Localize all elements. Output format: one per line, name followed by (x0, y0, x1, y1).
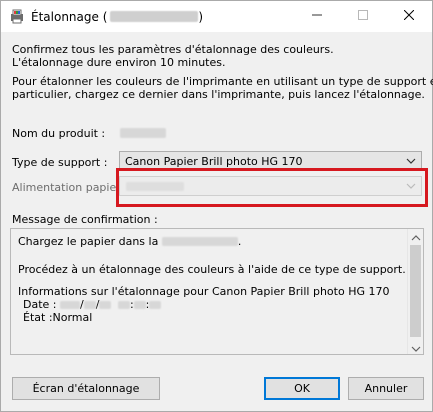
intro-line-1: Confirmez tous les paramètres d'étalonna… (12, 43, 334, 56)
ok-button[interactable]: OK (264, 377, 340, 400)
calibration-dialog: Étalonnage () Confirmez tous les paramèt… (0, 0, 433, 412)
title-paren-open: ( (102, 10, 108, 24)
message-line-3: Informations sur l'étalonnage pour Canon… (18, 285, 390, 298)
message-date-line: Date : / / :: (23, 298, 162, 311)
title-paren-close: ) (198, 10, 204, 24)
paper-source-label: Alimentation papier : (12, 181, 128, 194)
message-scrollbar[interactable] (407, 229, 423, 354)
window-title-text: Étalonnage (31, 10, 99, 24)
close-icon (403, 9, 415, 23)
minimize-button[interactable] (294, 1, 340, 32)
redacted-date-year (60, 301, 80, 309)
scroll-thumb[interactable] (410, 245, 421, 337)
redacted-date-day (99, 301, 112, 309)
confirmation-message-label: Message de confirmation : (12, 213, 158, 226)
chevron-down-icon (404, 154, 418, 168)
printer-calibration-icon (9, 8, 25, 24)
maximize-button[interactable] (340, 1, 386, 32)
maximize-icon (358, 10, 368, 23)
minimize-icon (312, 10, 322, 23)
redacted-date-month (83, 301, 96, 309)
highlight-box (116, 168, 428, 207)
intro-line-3: Pour étalonner les couleurs de l'imprima… (12, 75, 433, 88)
close-button[interactable] (386, 1, 432, 32)
message-line-1-prefix: Chargez le papier dans la (18, 235, 159, 248)
media-type-label: Type de support : (12, 156, 108, 169)
message-line-1: Chargez le papier dans la . (18, 235, 241, 248)
window-title: Étalonnage () (31, 10, 203, 24)
cancel-button[interactable]: Annuler (348, 377, 424, 400)
media-type-value: Canon Papier Brill photo HG 170 (125, 155, 303, 168)
intro-line-4: particulier, chargez ce dernier dans l'i… (12, 88, 425, 101)
calibration-screen-button[interactable]: Écran d'étalonnage (12, 377, 160, 400)
intro-line-2: L'étalonnage dure environ 10 minutes. (12, 56, 226, 69)
redacted-time-hour (117, 301, 130, 309)
redacted-paper-source-name (161, 237, 238, 246)
message-line-1-suffix: . (237, 235, 242, 248)
message-status-line: État :Normal (23, 311, 93, 324)
product-name-label: Nom du produit : (12, 127, 106, 140)
redacted-time-minute (133, 301, 146, 309)
title-bar[interactable]: Étalonnage () (1, 1, 432, 32)
redacted-product-name (120, 128, 166, 138)
scroll-down-arrow-icon[interactable] (411, 343, 421, 352)
message-line-2: Procédez à un étalonnage des couleurs à … (18, 263, 406, 276)
scroll-up-arrow-icon[interactable] (411, 232, 421, 241)
redacted-printer-name (110, 11, 199, 22)
date-label: Date : (23, 298, 57, 311)
confirmation-message-box[interactable]: Chargez le papier dans la . Procédez à u… (10, 228, 424, 355)
redacted-time-second (149, 301, 162, 309)
